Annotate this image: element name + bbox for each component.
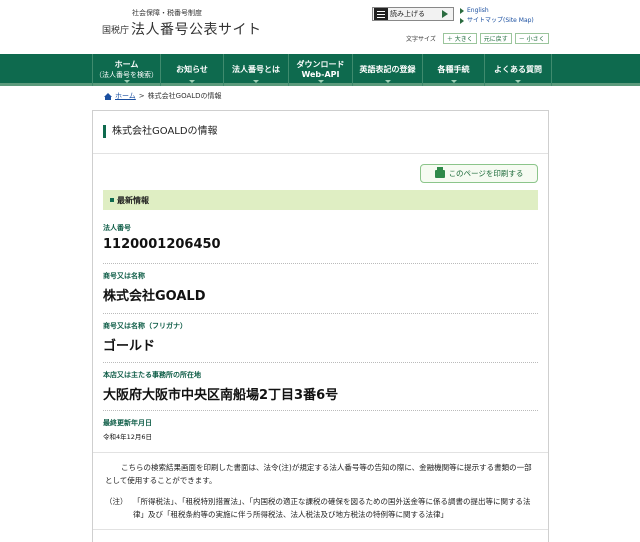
footnote-text: 「所得税法」、「租税特別措置法」、「内国税の適正な課税の確保を図るための国外送金… xyxy=(133,497,531,519)
sitemap-link[interactable]: サイトマップ(Site Map) xyxy=(460,16,534,26)
divider xyxy=(103,263,538,264)
field-label: 法人番号 xyxy=(103,224,131,232)
divider xyxy=(103,410,538,411)
nav-item-label: 法人番号とは xyxy=(232,65,280,74)
nav-item-sublabel: （法人番号を検索） xyxy=(95,71,158,79)
divider xyxy=(93,529,548,530)
nav-item-download[interactable]: ダウンロード Web-API xyxy=(288,54,352,86)
field-value: 令和4年12月6日 xyxy=(103,433,153,441)
breadcrumb-separator: > xyxy=(138,92,145,100)
field-value: 株式会社GOALD xyxy=(103,289,206,304)
field-corporate-number: 法人番号 1120001206450 xyxy=(103,223,538,264)
latest-heading-label: 最新情報 xyxy=(117,195,149,205)
agency-sub-label: 社会保障・税番号制度 xyxy=(132,9,202,17)
nav-item-label: ホーム xyxy=(114,60,139,69)
nav-item-english-registration[interactable]: 英語表記の登録 xyxy=(352,54,422,86)
field-trade-name: 商号又は名称 株式会社GOALD xyxy=(103,271,538,314)
legal-footnote: （注） 「所得税法」、「租税特別措置法」、「内国税の適正な課税の確保を図るための… xyxy=(105,495,537,521)
divider xyxy=(103,362,538,363)
speech-label[interactable]: 読み上げる xyxy=(390,9,425,19)
nav-item-label: 英語表記の登録 xyxy=(359,65,416,74)
global-nav: ホーム （法人番号を検索） お知らせ 法人番号とは ダウンロード Web-API 英… xyxy=(0,54,640,86)
field-trade-name-kana: 商号又は名称（フリガナ） ゴールド xyxy=(103,321,538,363)
field-last-updated: 最終更新年月日 令和4年12月6日 xyxy=(103,418,538,441)
page-title: 株式会社GOALDの情報 xyxy=(103,125,218,138)
font-reset-button[interactable]: 元に戻す xyxy=(479,33,512,44)
font-size-controls: 文字サイズ ＋ 大きく 元に戻す － 小さく xyxy=(406,33,549,44)
nav-item-label: よくある質問 xyxy=(494,65,542,74)
agency-name: 国税庁 xyxy=(102,26,130,36)
latest-info-heading: 最新情報 xyxy=(103,190,538,210)
nav-item-procedures[interactable]: 各種手続 xyxy=(422,54,484,86)
nav-item-label: ダウンロード xyxy=(296,60,345,69)
breadcrumb-current: 株式会社GOALDの情報 xyxy=(147,92,222,100)
nav-item-label: お知らせ xyxy=(176,65,208,74)
usage-note: こちらの検索結果画面を印刷した書面は、法令(注)が規定する法人番号等の告知の際に… xyxy=(105,463,532,485)
speech-reader[interactable]: 読み上げる xyxy=(372,7,454,21)
field-value: 1120001206450 xyxy=(103,237,221,252)
site-title: 法人番号公表サイト xyxy=(131,22,262,38)
font-larger-button[interactable]: ＋ 大きく xyxy=(442,33,477,44)
print-button-label: このページを印刷する xyxy=(448,169,524,178)
english-link[interactable]: English xyxy=(460,6,534,16)
play-icon[interactable] xyxy=(438,9,452,19)
breadcrumb: ホーム > 株式会社GOALDの情報 xyxy=(104,91,222,101)
print-page-button[interactable]: このページを印刷する xyxy=(420,164,538,183)
menu-icon[interactable] xyxy=(374,8,388,20)
divider xyxy=(103,313,538,314)
printer-icon xyxy=(434,166,445,178)
field-value: ゴールド xyxy=(103,339,156,354)
site-header: 社会保障・税番号制度 国税庁 法人番号公表サイト 読み上げる English サ… xyxy=(0,0,640,54)
field-head-office-address: 本店又は主たる事務所の所在地 大阪府大阪市中央区南船場2丁目3番6号 xyxy=(103,370,538,411)
field-label: 商号又は名称 xyxy=(103,272,145,280)
breadcrumb-home-link[interactable]: ホーム xyxy=(115,91,136,101)
nav-item-home[interactable]: ホーム （法人番号を検索） xyxy=(92,54,160,86)
field-label: 最終更新年月日 xyxy=(103,419,152,427)
header-links: English サイトマップ(Site Map) xyxy=(460,6,534,26)
font-smaller-button[interactable]: － 小さく xyxy=(514,33,549,44)
nav-item-sublabel: Web-API xyxy=(301,70,340,79)
font-size-label: 文字サイズ xyxy=(406,36,436,43)
field-value: 大阪府大阪市中央区南船場2丁目3番6号 xyxy=(103,388,339,403)
bullet-marker xyxy=(110,198,114,202)
divider xyxy=(93,452,548,453)
nav-item-faq[interactable]: よくある質問 xyxy=(484,54,552,86)
nav-item-about[interactable]: 法人番号とは xyxy=(223,54,288,86)
footnote-tag: （注） xyxy=(105,497,128,506)
field-label: 本店又は主たる事務所の所在地 xyxy=(103,371,201,379)
divider xyxy=(93,153,548,154)
corporate-info-panel: 株式会社GOALDの情報 このページを印刷する 最新情報 法人番号 112000… xyxy=(92,110,549,542)
nav-item-label: 各種手続 xyxy=(437,65,470,74)
field-label: 商号又は名称（フリガナ） xyxy=(103,322,187,330)
nav-item-news[interactable]: お知らせ xyxy=(160,54,223,86)
home-icon xyxy=(104,92,112,100)
